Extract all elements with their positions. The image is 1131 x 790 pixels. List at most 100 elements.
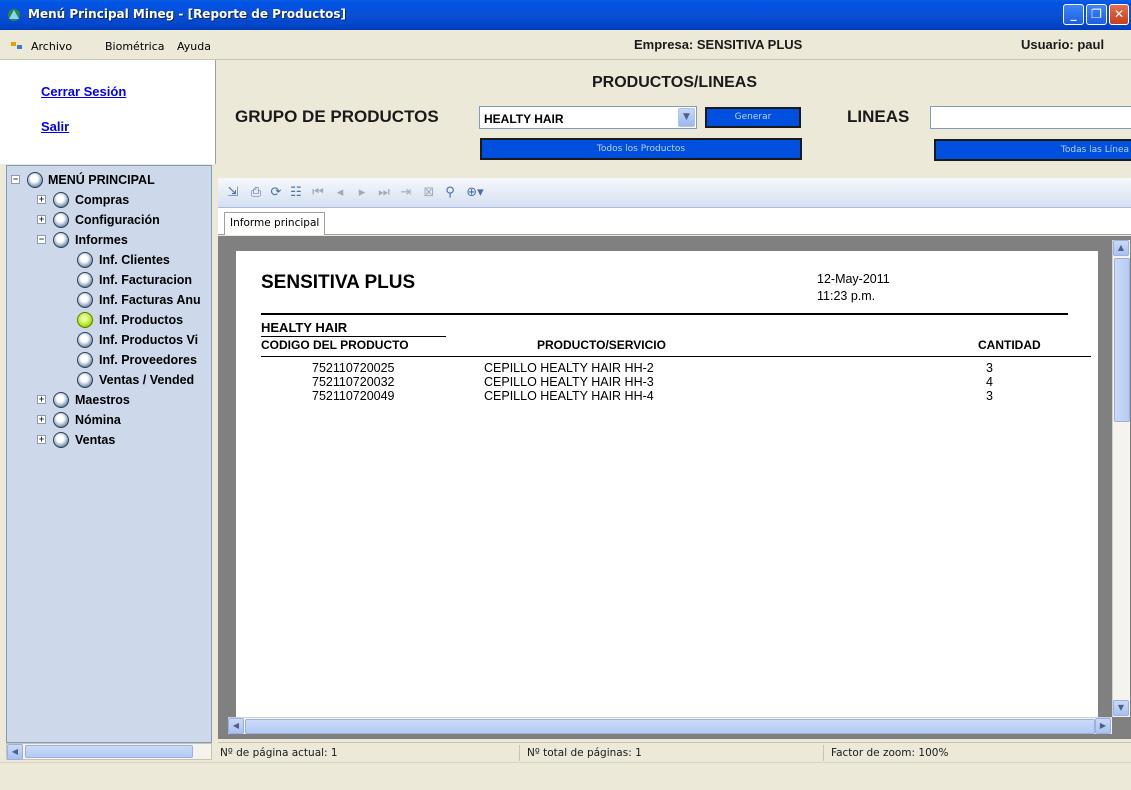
col-header-code: CODIGO DEL PRODUCTO: [261, 338, 409, 352]
minimize-button[interactable]: _: [1063, 4, 1084, 25]
stop-icon[interactable]: ⊠: [421, 185, 437, 201]
node-orb-icon: [77, 252, 93, 268]
row-product: CEPILLO HEALTY HAIR HH-2: [484, 361, 654, 375]
node-orb-icon: [53, 192, 69, 208]
row-quantity: 3: [986, 389, 993, 403]
search-icon[interactable]: ⚲: [442, 185, 458, 201]
report-tabstrip: Informe principal: [218, 208, 1131, 235]
status-zoom: Factor de zoom: 100%: [831, 747, 949, 759]
export-icon[interactable]: ⇲: [225, 185, 241, 201]
scroll-left-icon[interactable]: ◀: [7, 744, 23, 760]
scroll-thumb[interactable]: [245, 719, 1095, 734]
node-orb-icon: [53, 412, 69, 428]
group-name: HEALTY HAIR: [261, 320, 348, 335]
restore-button[interactable]: ❐: [1086, 4, 1107, 25]
row-code: 752110720032: [312, 375, 395, 389]
node-orb-icon: [77, 352, 93, 368]
row-product: CEPILLO HEALTY HAIR HH-4: [484, 389, 654, 403]
menu-archivo[interactable]: Archivo: [31, 40, 72, 53]
node-orb-icon: [53, 432, 69, 448]
scroll-left-icon[interactable]: ◀: [228, 718, 244, 734]
node-orb-icon: [53, 392, 69, 408]
scroll-thumb[interactable]: [25, 745, 193, 758]
tab-main-report[interactable]: Informe principal: [224, 212, 326, 235]
first-page-icon[interactable]: ⏮: [310, 185, 326, 201]
all-lines-button[interactable]: Todas las Línea: [934, 139, 1131, 161]
product-group-value: HEALTY HAIR: [484, 112, 564, 126]
filter-heading: PRODUCTOS/LINEAS: [591, 74, 758, 91]
menu-ayuda[interactable]: Ayuda: [177, 40, 211, 53]
app-icon: [6, 7, 22, 23]
scroll-up-icon[interactable]: ▲: [1113, 240, 1129, 256]
close-button[interactable]: ✕: [1109, 4, 1129, 25]
tree-horizontal-scrollbar[interactable]: ◀: [6, 743, 212, 760]
window-title: Menú Principal Mineg - [Reporte de Produ…: [28, 7, 346, 21]
report-horizontal-scrollbar[interactable]: ◀ ▶: [228, 717, 1112, 734]
lines-label: LINEAS: [847, 107, 910, 126]
bottom-bar: [0, 762, 1131, 790]
col-header-quantity: CANTIDAD: [978, 338, 1041, 352]
collapse-icon[interactable]: −: [37, 235, 46, 244]
scroll-right-icon[interactable]: ▶: [1095, 718, 1111, 734]
node-orb-icon: [77, 292, 93, 308]
exit-link[interactable]: Salir: [41, 119, 69, 134]
col-header-product: PRODUCTO/SERVICIO: [537, 338, 666, 352]
expand-icon[interactable]: +: [37, 195, 46, 204]
scroll-thumb[interactable]: [1114, 258, 1130, 422]
logout-link[interactable]: Cerrar Sesión: [41, 84, 126, 99]
scroll-down-icon[interactable]: ▼: [1113, 700, 1129, 716]
node-orb-icon: [53, 212, 69, 228]
node-orb-icon: [27, 172, 43, 188]
user-label: Usuario: paul: [1021, 37, 1105, 52]
row-quantity: 3: [986, 361, 993, 375]
zoom-icon[interactable]: ⊕▾: [464, 185, 486, 201]
report-vertical-scrollbar[interactable]: ▲ ▼: [1112, 240, 1130, 717]
node-orb-icon: [77, 332, 93, 348]
selected-orb-icon: [77, 312, 93, 328]
status-total-pages: Nº total de páginas: 1: [527, 747, 642, 759]
report-toolbar: ⇲ ⎙ ⟳ ☷ ⏮ ◂ ▸ ⏭ ⇥ ⊠ ⚲ ⊕▾: [218, 178, 1131, 208]
node-orb-icon: [77, 272, 93, 288]
next-page-icon[interactable]: ▸: [354, 185, 370, 201]
goto-page-icon[interactable]: ⇥: [398, 185, 414, 201]
status-separator: [823, 745, 824, 761]
expand-icon[interactable]: +: [37, 395, 46, 404]
row-product: CEPILLO HEALTY HAIR HH-3: [484, 375, 654, 389]
refresh-icon[interactable]: ⟳: [268, 185, 284, 201]
status-bar: Nº de página actual: 1 Nº total de págin…: [218, 742, 1131, 762]
report-page: SENSITIVA PLUS 12-May-2011 11:23 p.m. HE…: [236, 251, 1098, 731]
menu-bar: Archivo Biométrica Ayuda Empresa: SENSIT…: [0, 30, 1131, 60]
report-company: SENSITIVA PLUS: [261, 272, 416, 293]
menu-biometrica[interactable]: Biométrica: [105, 40, 165, 53]
row-quantity: 4: [986, 375, 993, 389]
row-code: 752110720049: [312, 389, 395, 403]
report-time: 11:23 p.m.: [817, 289, 876, 303]
print-icon[interactable]: ⎙: [248, 185, 264, 201]
report-date: 12-May-2011: [817, 272, 890, 286]
group-tree-icon[interactable]: ☷: [288, 185, 304, 201]
group-rule: [261, 336, 446, 337]
main-menu-tree: − MENÚ PRINCIPAL + Compras + Configuraci…: [6, 165, 212, 743]
status-separator: [519, 745, 520, 761]
header-rule: [261, 313, 1068, 315]
columns-rule: [261, 356, 1091, 357]
node-orb-icon: [53, 232, 69, 248]
all-products-button[interactable]: Todos los Productos: [480, 138, 802, 160]
filter-panel: PRODUCTOS/LINEAS GRUPO DE PRODUCTOS HEAL…: [218, 60, 1131, 178]
prev-page-icon[interactable]: ◂: [332, 185, 348, 201]
expand-icon[interactable]: +: [37, 435, 46, 444]
row-code: 752110720025: [312, 361, 395, 375]
lines-select[interactable]: [930, 106, 1131, 129]
last-page-icon[interactable]: ⏭: [376, 185, 392, 201]
collapse-icon[interactable]: −: [11, 175, 20, 184]
title-bar: Menú Principal Mineg - [Reporte de Produ…: [0, 0, 1131, 30]
product-group-select[interactable]: HEALTY HAIR ▼: [479, 106, 697, 129]
status-current-page: Nº de página actual: 1: [220, 747, 338, 759]
company-label: Empresa: SENSITIVA PLUS: [634, 37, 803, 52]
dropdown-arrow-icon[interactable]: ▼: [678, 108, 695, 127]
expand-icon[interactable]: +: [37, 415, 46, 424]
menu-grip-icon: [11, 41, 23, 54]
session-links-panel: Cerrar Sesión Salir: [0, 60, 216, 164]
generate-button[interactable]: Generar: [705, 107, 801, 128]
expand-icon[interactable]: +: [37, 215, 46, 224]
